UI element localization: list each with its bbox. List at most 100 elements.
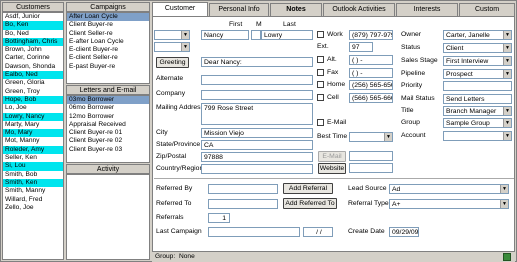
pipeline-dropdown[interactable]: Prospect ▼	[443, 69, 512, 79]
alternate-field[interactable]	[201, 75, 313, 85]
phone-0-field[interactable]: (879) 797-9797	[349, 30, 393, 40]
campaigns-list-item[interactable]: Client Buyer-re	[67, 21, 149, 29]
customers-list-item[interactable]: Green, Troy	[3, 88, 63, 96]
tab-custom[interactable]: Custom	[459, 3, 515, 16]
resize-grip-icon[interactable]	[503, 253, 511, 261]
customers-list-item[interactable]: Seller, Ken	[3, 154, 63, 162]
phone-5-checkbox[interactable]	[317, 94, 324, 101]
email-checkbox[interactable]	[317, 119, 324, 126]
campaigns-list-item[interactable]: E-client Buyer-re	[67, 46, 149, 54]
phone-3-checkbox[interactable]	[317, 69, 324, 76]
customers-list-item[interactable]: Bottingham, Chris	[3, 37, 63, 47]
campaigns-list-item[interactable]: After Loan Cycle	[67, 13, 149, 22]
phone-2-checkbox[interactable]	[317, 56, 324, 63]
priority-field[interactable]	[443, 81, 512, 91]
best-time-dropdown[interactable]: ▼	[349, 132, 393, 142]
campaigns-list-item[interactable]: E-client Seller-re	[67, 54, 149, 62]
customers-list-item[interactable]: Green, Gloria	[3, 79, 63, 87]
lead-source-dropdown[interactable]: Ad ▼	[389, 184, 509, 194]
salutation-dropdown[interactable]: ▼	[154, 30, 190, 40]
customers-list-item[interactable]: Lowry, Nancy	[3, 112, 63, 121]
phone-5-field[interactable]: (566) 565-6666	[349, 93, 393, 103]
referred-by-field[interactable]	[208, 184, 278, 194]
customers-list-item[interactable]: Ealbo, Ned	[3, 71, 63, 80]
middle-name-field[interactable]	[251, 30, 261, 40]
tab-outlook-activities[interactable]: Outlook Activities	[323, 3, 395, 16]
phone-2-field[interactable]: ( ) -	[349, 55, 393, 65]
customers-list-item[interactable]: Bo, Ned	[3, 30, 63, 38]
customers-list[interactable]: Asdf, Junior Bo, Ken Bo, Ned Bottingham, Ch…	[2, 12, 64, 260]
state-field[interactable]: CA	[201, 140, 313, 150]
customers-header[interactable]: Customers	[2, 2, 64, 12]
phone-4-checkbox[interactable]	[317, 81, 324, 88]
campaigns-list-item[interactable]: E-after Loan Cycle	[67, 38, 149, 46]
customers-list-item[interactable]: Mot, Manny	[3, 137, 63, 145]
letters-list-item[interactable]: Client Buyer-re 03	[67, 146, 149, 154]
letters-list-item[interactable]: Appraisal Received	[67, 121, 149, 129]
website-field[interactable]	[349, 163, 393, 173]
activity-list[interactable]	[66, 174, 150, 260]
customers-list-item[interactable]: Willard, Fred	[3, 196, 63, 204]
phone-0-checkbox[interactable]	[317, 31, 324, 38]
country-field[interactable]	[201, 164, 313, 174]
owner-dropdown[interactable]: Carter, Janelle ▼	[443, 30, 512, 40]
campaigns-list[interactable]: After Loan Cycle Client Buyer-re Client Se…	[66, 12, 150, 84]
letters-header[interactable]: Letters and E-mail	[66, 85, 150, 95]
customers-list-item[interactable]: Roleder, Amy	[3, 145, 63, 155]
customers-list-item[interactable]: Bo, Ken	[3, 21, 63, 30]
customers-list-item[interactable]: Hope, Bob	[3, 95, 63, 105]
mail-status-field[interactable]: Send Letters	[443, 94, 512, 104]
referral-type-dropdown[interactable]: A+ ▼	[389, 199, 509, 209]
greeting-field[interactable]: Dear Nancy:	[201, 57, 313, 67]
campaigns-list-item[interactable]: E-past Buyer-re	[67, 63, 149, 71]
phone-4-field[interactable]: (256) 565-656	[349, 80, 393, 90]
first-name-field[interactable]: Nancy	[201, 30, 249, 40]
sales-stage-dropdown[interactable]: First Interview ▼	[443, 56, 512, 66]
customers-list-item[interactable]: Si, Lou	[3, 162, 63, 171]
customers-list-item[interactable]: Asdf, Junior	[3, 13, 63, 21]
activity-header[interactable]: Activity	[66, 164, 150, 174]
referrals-field[interactable]: 1	[208, 213, 230, 223]
last-campaign-date[interactable]: / /	[303, 227, 333, 237]
customers-list-item[interactable]: Smith, Bob	[3, 171, 63, 179]
tab-notes[interactable]: Notes	[270, 3, 322, 16]
letters-list[interactable]: 03mo Borrower 06mo Borrower 12mo Borrower A…	[66, 95, 150, 163]
email-field[interactable]	[349, 151, 393, 161]
add-referred-to-button[interactable]: Add Referred To	[283, 198, 337, 209]
customers-list-item[interactable]: Mo, Mary	[3, 129, 63, 138]
greeting-button[interactable]: Greeting	[156, 57, 189, 68]
mailing-address-field[interactable]: 799 Rose Street	[201, 103, 313, 125]
letters-list-item[interactable]: 06mo Borrower	[67, 104, 149, 112]
campaigns-header[interactable]: Campaigns	[66, 2, 150, 12]
letters-list-item[interactable]: 03mo Borrower	[67, 96, 149, 105]
referred-to-field[interactable]	[208, 199, 278, 209]
letters-list-item[interactable]: 12mo Borrower	[67, 113, 149, 121]
customers-list-item[interactable]: Zello, Joe	[3, 204, 63, 212]
title-dropdown[interactable]: Branch Manager ▼	[443, 106, 512, 116]
customers-list-item[interactable]: Brown, John	[3, 46, 63, 54]
tab-interests[interactable]: Interests	[396, 3, 458, 16]
customers-list-item[interactable]: Marty, Mary	[3, 121, 63, 129]
letters-list-item[interactable]: Client Buyer-re 02	[67, 137, 149, 145]
phone-1-field[interactable]: 97	[349, 42, 373, 52]
phone-3-field[interactable]: ( ) -	[349, 68, 393, 78]
status-dropdown[interactable]: Client ▼	[443, 43, 512, 53]
create-date-field[interactable]: 09/29/09	[389, 227, 419, 237]
add-referral-button[interactable]: Add Referral	[283, 183, 333, 194]
company-field[interactable]	[201, 90, 313, 100]
group-dropdown[interactable]: Sample Group ▼	[443, 118, 512, 128]
customers-list-item[interactable]: Smith, Manny	[3, 187, 63, 195]
suffix-dropdown[interactable]: ▼	[154, 42, 190, 52]
tab-personal-info[interactable]: Personal Info	[209, 3, 269, 16]
email-button[interactable]: E-Mail	[318, 151, 346, 162]
last-campaign-field[interactable]	[208, 227, 300, 237]
account-dropdown[interactable]: ▼	[443, 131, 512, 141]
city-field[interactable]: Mission Viejo	[201, 128, 313, 138]
customers-list-item[interactable]: Smith, Ken	[3, 178, 63, 188]
website-button[interactable]: Website	[318, 163, 346, 174]
tab-customer[interactable]: Customer	[152, 2, 208, 16]
zip-field[interactable]: 97888	[201, 152, 313, 162]
campaigns-list-item[interactable]: Client Seller-re	[67, 30, 149, 38]
last-name-field[interactable]: Lowry	[261, 30, 313, 40]
customers-list-item[interactable]: Lo, Joe	[3, 104, 63, 112]
